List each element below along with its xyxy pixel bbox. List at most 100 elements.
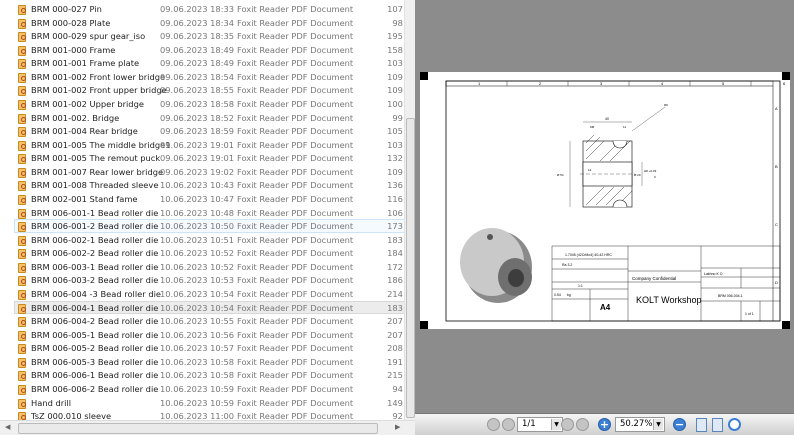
file-row[interactable]: BRM 000-029 spur gear_iso 09.06.2023 18:… (14, 29, 404, 43)
file-date: 10.06.2023 10:58 (160, 370, 235, 381)
file-size: 172 K (387, 261, 404, 272)
file-date: 09.06.2023 18:54 (160, 71, 235, 82)
section-view (569, 106, 666, 208)
file-row[interactable]: BRM 006-003-2 Bead roller die 10.06.2023… (14, 273, 404, 287)
scroll-left-icon[interactable]: ◀ (5, 423, 10, 431)
zoom-level-value: 50.27% (620, 419, 653, 429)
pdf-file-icon (18, 32, 26, 43)
file-row[interactable]: BRM 000-027 Pin 09.06.2023 18:33 Foxit R… (14, 2, 404, 16)
rotate-icon[interactable] (728, 418, 741, 431)
file-row[interactable]: BRM 006-003-1 Bead roller die 10.06.2023… (14, 260, 404, 274)
file-date: 10.06.2023 10:47 (160, 193, 235, 204)
file-row[interactable]: BRM 000-028 Plate 09.06.2023 18:34 Foxit… (14, 16, 404, 30)
file-name: BRM 001-004 Rear bridge (31, 126, 138, 137)
file-row[interactable]: BRM 006-002-1 Bead roller die 10.06.2023… (14, 233, 404, 247)
file-name: BRM 001-008 Threaded sleeve (31, 180, 159, 191)
file-date: 10.06.2023 10:52 (160, 248, 235, 259)
file-row[interactable]: BRM 001-002. Bridge 09.06.2023 18:52 Fox… (14, 111, 404, 125)
file-size: 183 K (387, 234, 404, 245)
file-type: Foxit Reader PDF Document (237, 17, 354, 28)
scroll-right-icon[interactable]: ▶ (395, 423, 400, 431)
file-size: 173 K (387, 221, 404, 232)
file-size: 116 K (387, 193, 404, 204)
file-name: BRM 002-001 Stand fame (31, 193, 138, 204)
last-page-button[interactable] (576, 418, 589, 431)
file-name: BRM 006-002-2 Bead roller die (31, 248, 159, 259)
zoom-in-button[interactable]: + (598, 418, 611, 431)
file-row[interactable]: BRM 001-005 The middle bridge1 09.06.202… (14, 138, 404, 152)
file-name: BRM 000-027 Pin (31, 4, 102, 14)
file-date: 10.06.2023 10:54 (160, 288, 235, 299)
file-row[interactable]: BRM 006-006-2 Bead roller die 10.06.2023… (14, 382, 404, 396)
file-row[interactable]: BRM 001-007 Rear lower bridge 09.06.2023… (14, 165, 404, 179)
file-name: BRM 006-001-1 Bead roller die (31, 207, 159, 218)
fit-page-icon[interactable] (696, 418, 707, 432)
file-row[interactable]: TsZ 000.010 sleeve 10.06.2023 11:00 Foxi… (14, 409, 404, 420)
chevron-down-icon[interactable]: ▼ (551, 419, 561, 430)
file-row[interactable]: BRM 006-004 -3 Bead roller die 10.06.202… (14, 287, 404, 301)
file-row[interactable]: BRM 006-004-2 Bead roller die 10.06.2023… (14, 314, 404, 328)
vertical-scrollbar[interactable] (404, 0, 415, 420)
title-block-field: KOLT Workshop (636, 295, 702, 305)
zoom-out-button[interactable]: − (673, 418, 686, 431)
file-row[interactable]: BRM 001-005 The remout puck 09.06.2023 1… (14, 151, 404, 165)
file-row[interactable]: Hand drill 10.06.2023 10:59 Foxit Reader… (14, 396, 404, 410)
dimension-label: 11 (623, 125, 626, 129)
file-row[interactable]: BRM 001-002 Front upper bridge 09.06.202… (14, 83, 404, 97)
file-name: BRM 006-003-1 Bead roller die (31, 261, 159, 272)
pdf-file-icon (18, 18, 26, 29)
file-size: 94 K (392, 383, 404, 394)
file-row[interactable]: BRM 001-001 Frame plate 09.06.2023 18:49… (14, 56, 404, 70)
chevron-down-icon[interactable]: ▼ (653, 419, 663, 430)
file-size: 100 K (387, 98, 404, 109)
dimension-label: 0 (654, 175, 656, 179)
file-name: BRM 001-002 Upper bridge (31, 98, 144, 109)
pdf-file-icon (18, 357, 26, 368)
pdf-file-icon (18, 154, 26, 165)
file-type: Foxit Reader PDF Document (237, 180, 354, 191)
scrollbar-thumb[interactable] (18, 423, 378, 434)
file-type: Foxit Reader PDF Document (237, 248, 354, 259)
page-number-input[interactable]: 1/1 ▼ (517, 417, 563, 432)
file-row[interactable]: BRM 006-002-2 Bead roller die 10.06.2023… (14, 246, 404, 260)
file-date: 09.06.2023 19:01 (160, 153, 235, 164)
file-date: 10.06.2023 10:43 (160, 180, 235, 191)
file-date: 09.06.2023 18:49 (160, 44, 235, 55)
first-page-button[interactable] (487, 418, 500, 431)
file-type: Foxit Reader PDF Document (237, 411, 354, 420)
title-block-field: Lakhno K O (704, 272, 723, 276)
scrollbar-thumb[interactable] (406, 118, 415, 418)
file-type: Foxit Reader PDF Document (237, 261, 354, 272)
file-row[interactable]: BRM 001-002 Front lower bridge 09.06.202… (14, 70, 404, 84)
file-row[interactable]: BRM 006-005-3 Bead roller die 10.06.2023… (14, 355, 404, 369)
previous-page-button[interactable] (502, 418, 515, 431)
next-page-button[interactable] (561, 418, 574, 431)
fit-width-icon[interactable] (712, 418, 723, 432)
file-row[interactable]: BRM 006-006-1 Bead roller die 10.06.2023… (14, 368, 404, 382)
zoom-level-input[interactable]: 50.27% ▼ (615, 417, 665, 432)
file-row[interactable]: BRM 001-008 Threaded sleeve 10.06.2023 1… (14, 178, 404, 192)
file-size: 103 K (387, 139, 404, 150)
file-row[interactable]: BRM 001-002 Upper bridge 09.06.2023 18:5… (14, 97, 404, 111)
dimension-label: 40 (605, 117, 609, 121)
file-row[interactable]: BRM 002-001 Stand fame 10.06.2023 10:47 … (14, 192, 404, 206)
file-row[interactable]: BRM 001-000 Frame 09.06.2023 18:49 Foxit… (14, 43, 404, 57)
file-type: Foxit Reader PDF Document (237, 234, 354, 245)
file-size: 98 K (392, 17, 404, 28)
file-row[interactable]: BRM 006-001-1 Bead roller die 10.06.2023… (14, 206, 404, 220)
file-row[interactable]: BRM 006-005-2 Bead roller die 10.06.2023… (14, 341, 404, 355)
file-row[interactable]: BRM 006-004-1 Bead roller die 10.06.2023… (14, 300, 404, 315)
file-size: 207 K (387, 329, 404, 340)
file-row[interactable]: BRM 006-001-2 Bead roller die 10.06.2023… (14, 219, 404, 233)
file-row[interactable]: BRM 006-005-1 Bead roller die 10.06.2023… (14, 328, 404, 342)
file-date: 09.06.2023 18:34 (160, 17, 235, 28)
file-type: Foxit Reader PDF Document (237, 221, 354, 232)
file-name: TsZ 000.010 sleeve (31, 411, 112, 420)
dimension-label: 12 (588, 168, 592, 172)
file-row[interactable]: BRM 001-004 Rear bridge 09.06.2023 18:59… (14, 124, 404, 138)
file-size: 183 K (387, 302, 404, 313)
file-name: BRM 006-004-1 Bead roller die (31, 302, 159, 313)
pdf-page: 123456 ABCD 40 M8 11 R6 Ø 54 12 Ø 20 H8 … (420, 72, 790, 329)
pdf-file-icon (18, 167, 26, 178)
horizontal-scrollbar[interactable]: ◀ ▶ (0, 420, 415, 435)
